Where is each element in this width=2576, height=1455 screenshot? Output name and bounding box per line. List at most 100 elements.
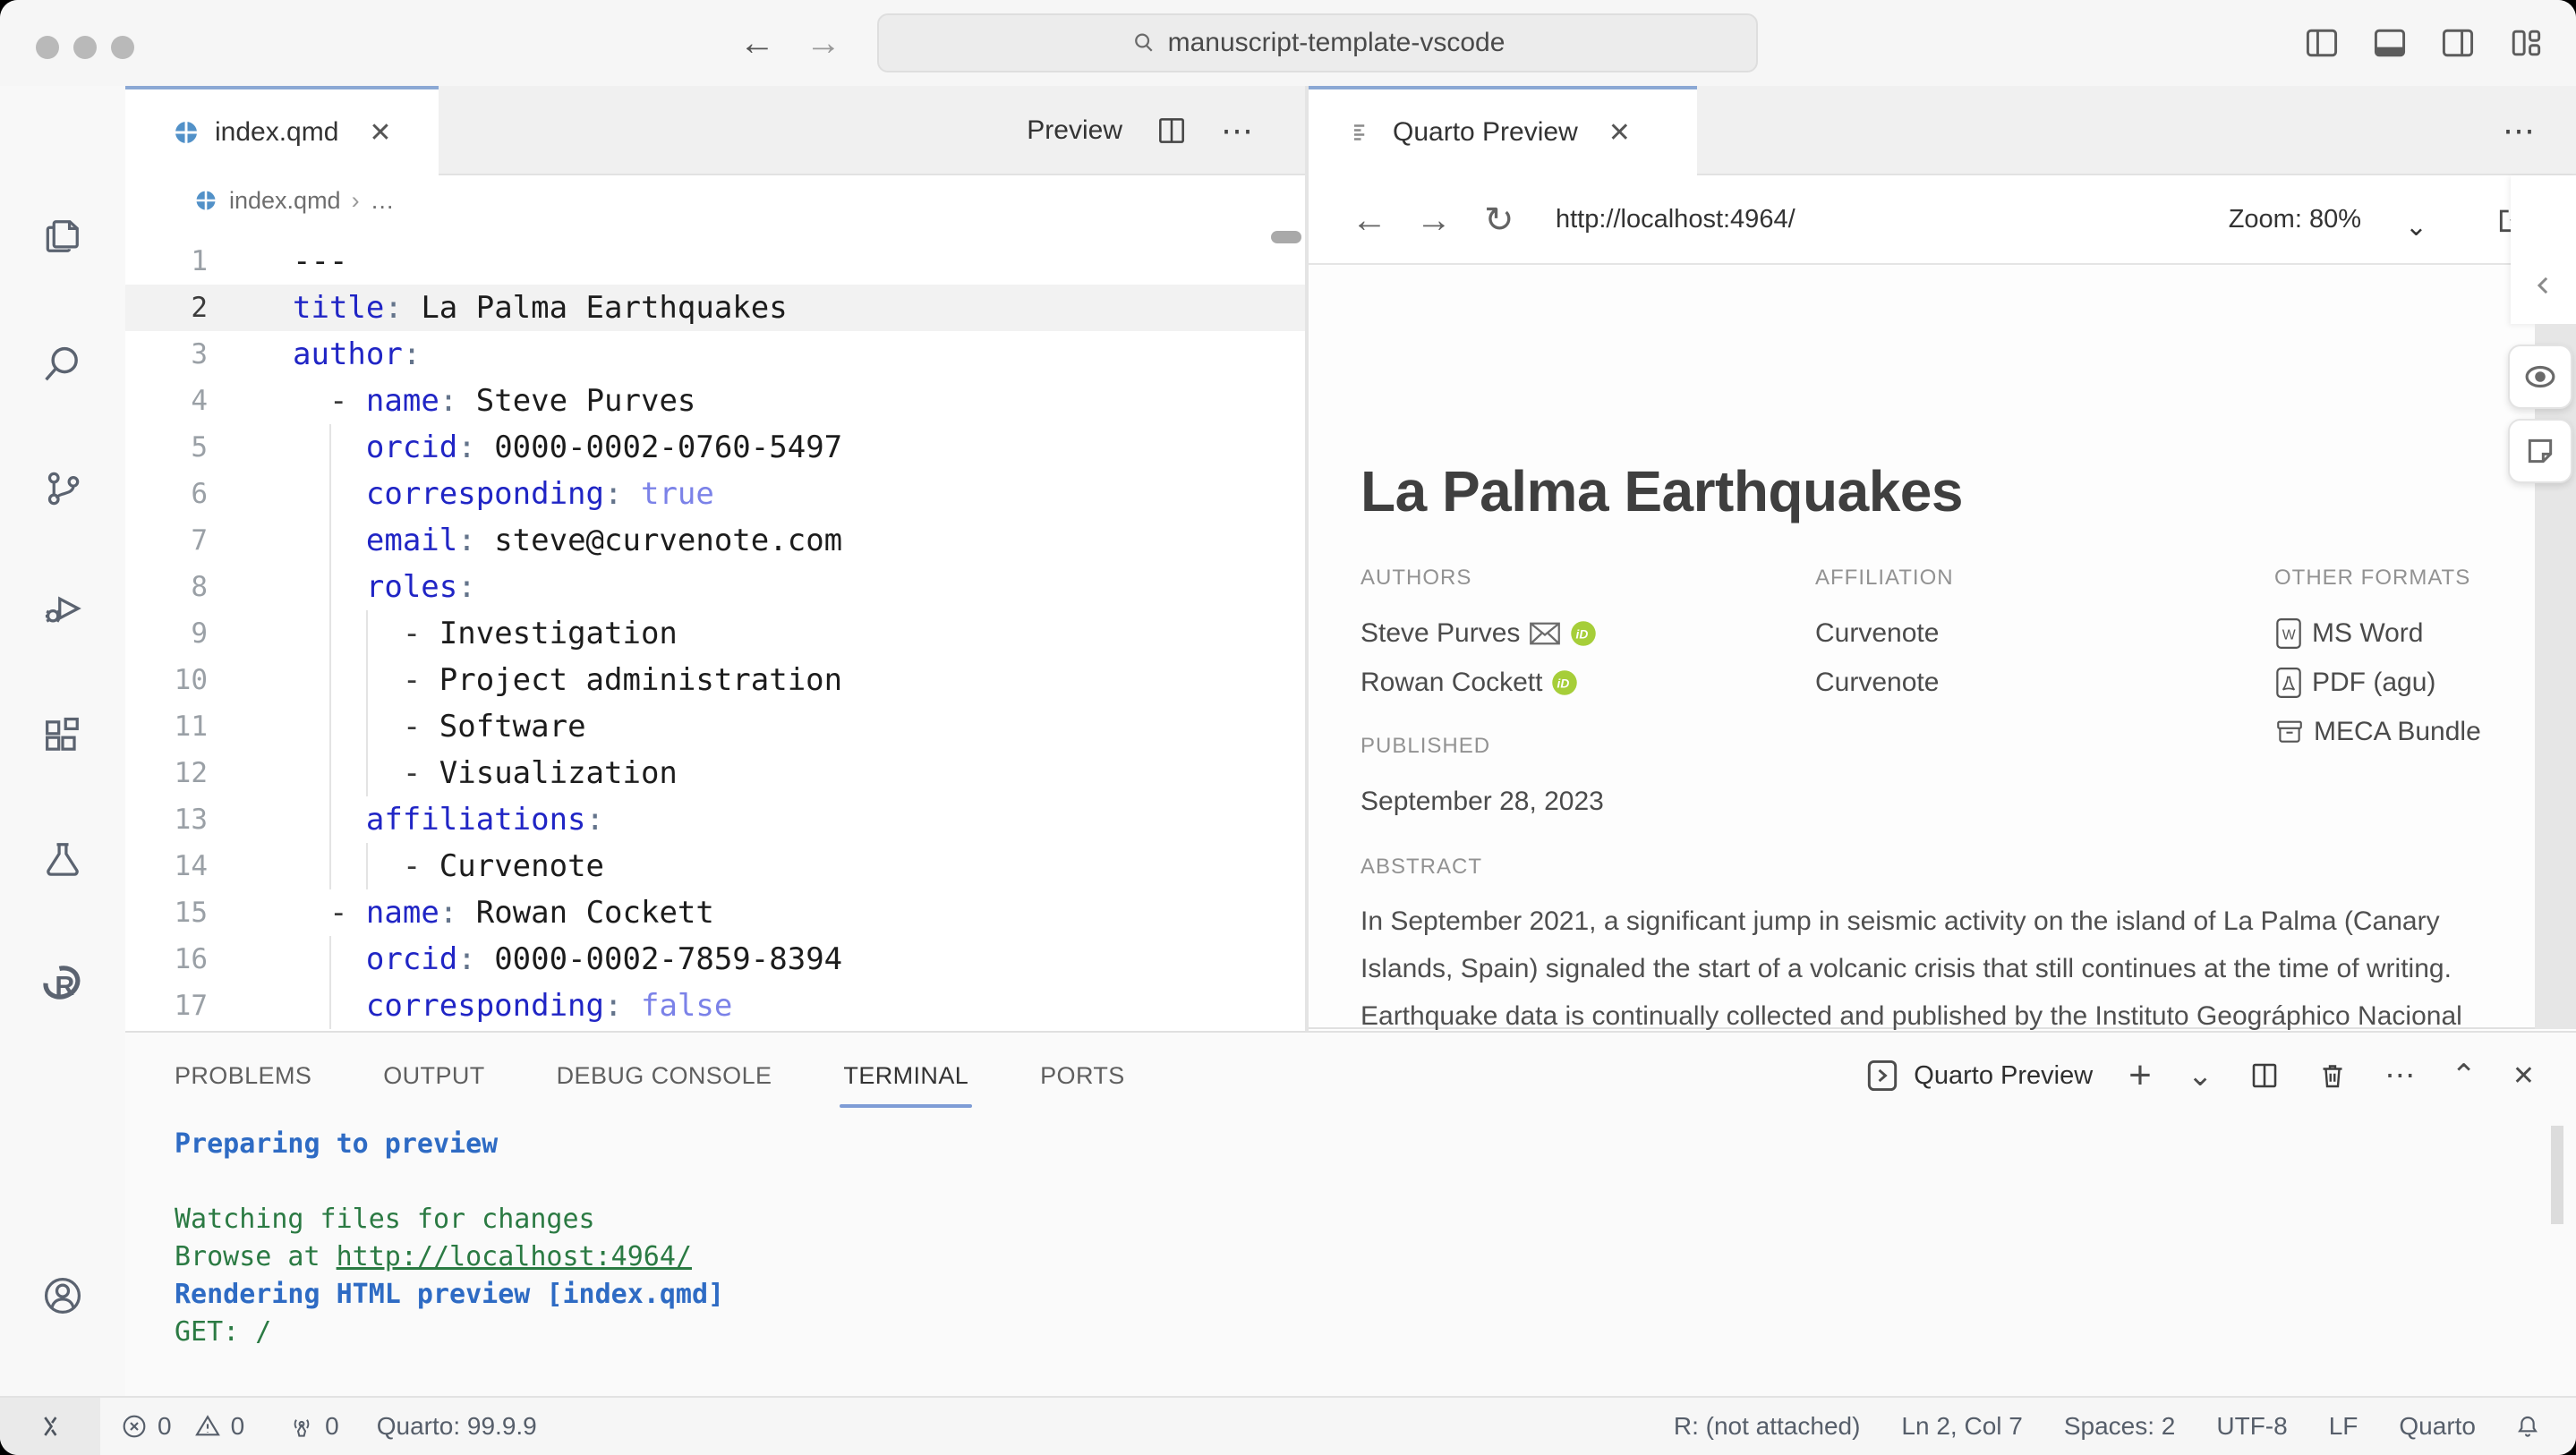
tab-index-qmd[interactable]: index.qmd ✕: [125, 86, 439, 175]
code-line[interactable]: 8 roles:: [125, 564, 1307, 610]
code-line[interactable]: 12 - Visualization: [125, 750, 1307, 796]
close-panel-icon[interactable]: ✕: [2512, 1060, 2535, 1092]
code-line[interactable]: 15 - name: Rowan Cockett: [125, 889, 1307, 936]
code-line[interactable]: 16 orcid: 0000-0002-7859-8394: [125, 936, 1307, 983]
tab-quarto-preview[interactable]: Quarto Preview ✕: [1309, 86, 1697, 175]
preview-url[interactable]: http://localhost:4964/: [1556, 205, 1796, 234]
code-line[interactable]: 17 corresponding: false: [125, 983, 1307, 1029]
terminal-link[interactable]: http://localhost:4964/: [337, 1241, 692, 1272]
indentation-status[interactable]: Spaces: 2: [2064, 1412, 2176, 1441]
quarto-version-status[interactable]: Quarto: 99.9.9: [377, 1412, 537, 1441]
orcid-icon[interactable]: iD: [1570, 620, 1597, 647]
panel-more-actions-icon[interactable]: ⋯: [2384, 1058, 2415, 1093]
language-mode-status[interactable]: Quarto: [2399, 1412, 2476, 1441]
history-back-icon[interactable]: ←: [739, 23, 775, 63]
traffic-light-zoom-icon[interactable]: [111, 36, 134, 59]
traffic-light-close-icon[interactable]: [36, 36, 59, 59]
code-line[interactable]: 1 ---: [125, 238, 1307, 285]
more-actions-icon[interactable]: ⋯: [1221, 112, 1253, 149]
explorer-icon[interactable]: [39, 213, 86, 260]
encoding-status[interactable]: UTF-8: [2216, 1412, 2287, 1441]
toggle-panel-icon[interactable]: [2370, 23, 2410, 63]
eol-status[interactable]: LF: [2329, 1412, 2358, 1441]
more-actions-icon[interactable]: ⋯: [2503, 112, 2535, 149]
command-center-search[interactable]: manuscript-template-vscode: [877, 13, 1758, 72]
zoom-level[interactable]: Zoom: 80%: [2229, 205, 2361, 234]
toggle-secondary-sidebar-icon[interactable]: [2438, 23, 2478, 63]
account-icon[interactable]: [39, 1272, 86, 1319]
editor-scrollbar-thumb[interactable]: [1271, 231, 1301, 243]
code-line[interactable]: 9 - Investigation: [125, 610, 1307, 657]
preview-eye-button[interactable]: [2508, 345, 2572, 409]
breadcrumb-symbol[interactable]: …: [371, 187, 395, 215]
code-line[interactable]: 7 email: steve@curvenote.com: [125, 517, 1307, 564]
word-format-icon: W: [2274, 617, 2303, 651]
code-line[interactable]: 5 orcid: 0000-0002-0760-5497: [125, 424, 1307, 471]
terminal-scrollbar-thumb[interactable]: [2551, 1126, 2563, 1224]
code-text: orcid: 0000-0002-7859-8394: [365, 941, 843, 977]
problems-status[interactable]: 0 0: [120, 1412, 244, 1441]
preview-button[interactable]: Preview: [1027, 115, 1122, 146]
search-sidebar-icon[interactable]: [39, 342, 86, 388]
r-language-icon[interactable]: R: [39, 959, 86, 1006]
extensions-icon[interactable]: [39, 712, 86, 759]
svg-text:W: W: [2282, 627, 2296, 642]
tab-close-icon[interactable]: ✕: [369, 117, 391, 149]
remote-indicator[interactable]: [0, 1398, 100, 1455]
traffic-light-minimize-icon[interactable]: [73, 36, 97, 59]
zoom-chevron-down-icon[interactable]: ⌄: [2405, 208, 2427, 247]
maximize-panel-chevron-icon[interactable]: ⌃: [2451, 1058, 2477, 1093]
format-link-word[interactable]: W MS Word: [2274, 608, 2481, 658]
notifications-bell[interactable]: [2513, 1412, 2542, 1441]
panel-tab-terminal[interactable]: TERMINAL: [840, 1033, 972, 1119]
customize-layout-icon[interactable]: [2506, 23, 2546, 63]
history-forward-icon[interactable]: →: [806, 23, 841, 63]
preview-note-button[interactable]: [2508, 419, 2572, 483]
collapse-chevron-left-icon[interactable]: [2530, 272, 2557, 299]
kill-terminal-trash-icon[interactable]: [2316, 1059, 2349, 1092]
panel-tab-debug-console[interactable]: DEBUG CONSOLE: [557, 1033, 772, 1119]
preview-forward-icon[interactable]: →: [1416, 200, 1452, 240]
split-terminal-icon[interactable]: [2248, 1059, 2281, 1092]
preview-back-icon[interactable]: ←: [1352, 200, 1387, 240]
toggle-primary-sidebar-icon[interactable]: [2302, 23, 2341, 63]
code-line[interactable]: 6 corresponding: true: [125, 471, 1307, 517]
code-editor[interactable]: 1 --- 2 title: La Palma Earthquakes 3 author:…: [125, 225, 1307, 1031]
bottom-panel: PROBLEMS OUTPUT DEBUG CONSOLE TERMINAL PORTS…: [125, 1031, 2576, 1396]
code-line[interactable]: 10 - Project administration: [125, 657, 1307, 703]
terminal-dropdown-chevron-icon[interactable]: ⌄: [2188, 1058, 2213, 1093]
format-link-meca[interactable]: MECA Bundle: [2274, 707, 2481, 756]
format-link-pdf[interactable]: PDF (agu): [2274, 658, 2481, 707]
format-label: PDF (agu): [2312, 668, 2436, 697]
format-label: MS Word: [2312, 618, 2424, 648]
code-line[interactable]: 4 - name: Steve Purves: [125, 378, 1307, 424]
orcid-icon[interactable]: iD: [1551, 669, 1578, 696]
cursor-position-status[interactable]: Ln 2, Col 7: [1901, 1412, 2022, 1441]
code-line[interactable]: 14 - Curvenote: [125, 843, 1307, 889]
meca-format-icon: [2274, 717, 2305, 747]
code-text: - name: Steve Purves: [328, 383, 696, 419]
split-editor-icon[interactable]: [1155, 114, 1189, 148]
panel-tab-output[interactable]: OUTPUT: [383, 1033, 484, 1119]
published-label: PUBLISHED: [1361, 734, 1491, 758]
code-line[interactable]: 13 affiliations:: [125, 796, 1307, 843]
breadcrumb-file[interactable]: index.qmd: [229, 187, 341, 215]
title-bar: ← → manuscript-template-vscode: [0, 0, 2576, 88]
code-line[interactable]: 11 - Software: [125, 703, 1307, 750]
quarto-file-icon: [172, 118, 200, 147]
new-terminal-icon[interactable]: +: [2128, 1053, 2152, 1098]
panel-tab-ports[interactable]: PORTS: [1040, 1033, 1125, 1119]
source-control-icon[interactable]: [39, 465, 86, 512]
r-status[interactable]: R: (not attached): [1674, 1412, 1861, 1441]
code-line[interactable]: 2 title: La Palma Earthquakes: [125, 285, 1307, 331]
run-debug-icon[interactable]: [39, 585, 86, 632]
preview-refresh-icon[interactable]: ↻: [1484, 200, 1514, 240]
breadcrumb[interactable]: index.qmd › …: [125, 175, 1307, 225]
tab-close-icon[interactable]: ✕: [1608, 117, 1631, 149]
testing-beaker-icon[interactable]: [39, 836, 86, 882]
terminal-session[interactable]: Quarto Preview: [1865, 1057, 2093, 1094]
code-line[interactable]: 3 author:: [125, 331, 1307, 378]
mail-icon[interactable]: [1529, 621, 1561, 646]
panel-tab-problems[interactable]: PROBLEMS: [175, 1033, 311, 1119]
ports-status[interactable]: 0: [287, 1412, 339, 1441]
